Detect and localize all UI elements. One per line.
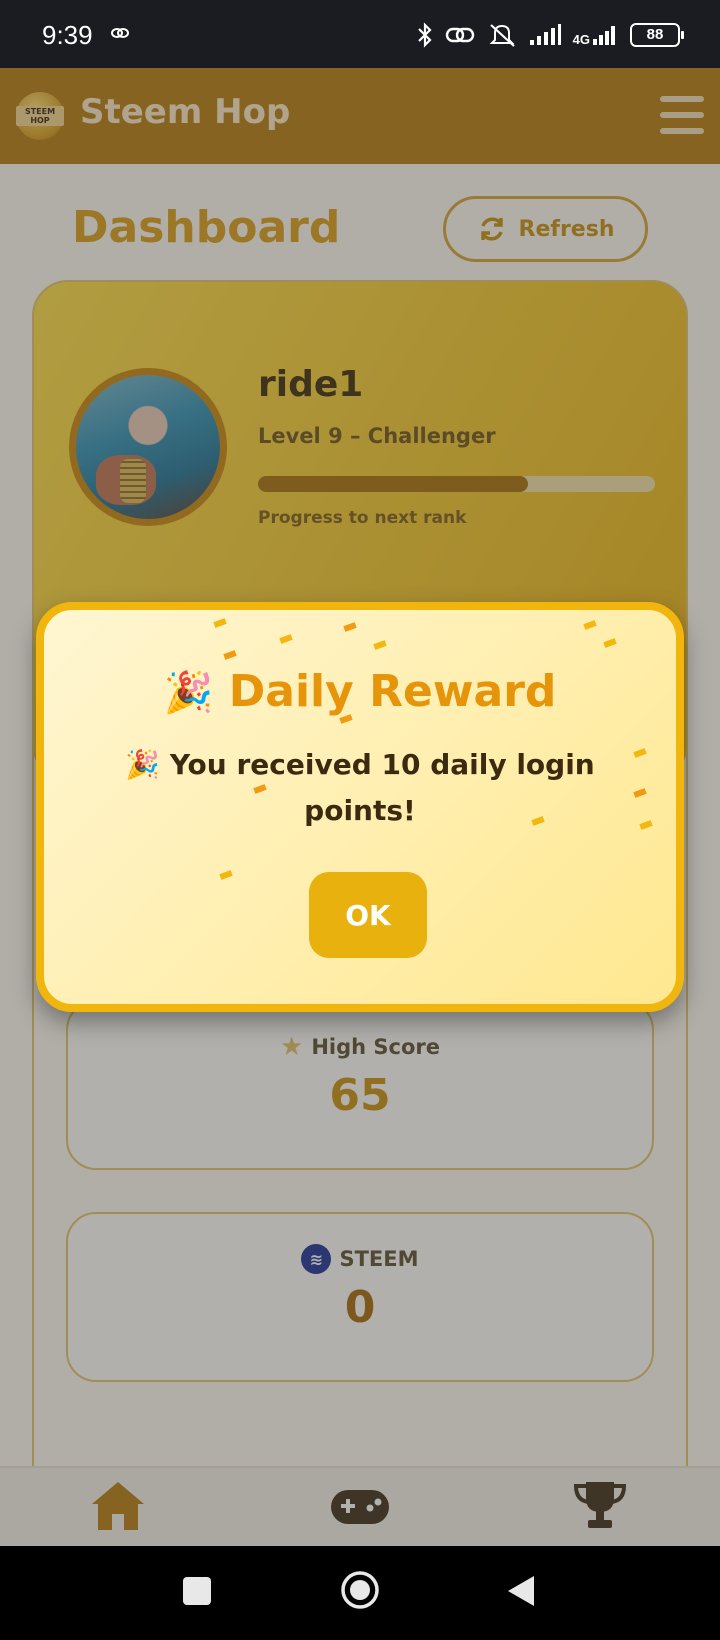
confetti: [633, 788, 647, 798]
network-type: 4G: [572, 32, 590, 47]
back-button[interactable]: [506, 1574, 536, 1612]
bluetooth-icon: [417, 22, 432, 48]
party-popper-icon: 🎉: [163, 670, 214, 716]
mobile-data-indicator: 4G: [573, 24, 618, 46]
confetti: [633, 748, 647, 758]
confetti: [639, 820, 653, 830]
system-nav-bar: [0, 1546, 720, 1640]
circle-icon: [341, 1571, 379, 1609]
triangle-back-icon: [508, 1576, 534, 1606]
dialog-title-row: 🎉 Daily Reward: [44, 666, 676, 717]
dialog-title: Daily Reward: [228, 666, 557, 717]
status-icons: 4G 88: [417, 22, 684, 48]
dialog-message: 🎉 You received 10 daily login points!: [125, 748, 595, 827]
hotspot-link-icon: [445, 27, 474, 43]
confetti: [373, 640, 387, 650]
recents-button[interactable]: [182, 1576, 212, 1610]
signal-icon: [529, 24, 561, 45]
confetti: [603, 638, 617, 648]
home-nav-button[interactable]: [340, 1570, 380, 1614]
confetti: [343, 622, 357, 632]
daily-reward-dialog: 🎉 Daily Reward 🎉 You received 10 daily l…: [36, 602, 684, 1012]
mute-icon: [489, 24, 515, 47]
square-icon: [183, 1577, 211, 1605]
confetti: [223, 650, 237, 660]
confetti: [583, 620, 597, 630]
signal-icon-2: [593, 26, 615, 45]
confetti: [219, 870, 233, 880]
ok-button[interactable]: OK: [309, 872, 427, 958]
confetti: [279, 634, 293, 644]
app-screen: STEEM HOP Steem Hop Dashboard Refresh ri…: [0, 68, 720, 1546]
status-bar: 9:39 4G 88: [0, 0, 720, 68]
status-time: 9:39: [42, 20, 93, 50]
link-icon: [111, 28, 129, 38]
battery-indicator: 88: [630, 23, 684, 47]
confetti: [213, 618, 227, 628]
